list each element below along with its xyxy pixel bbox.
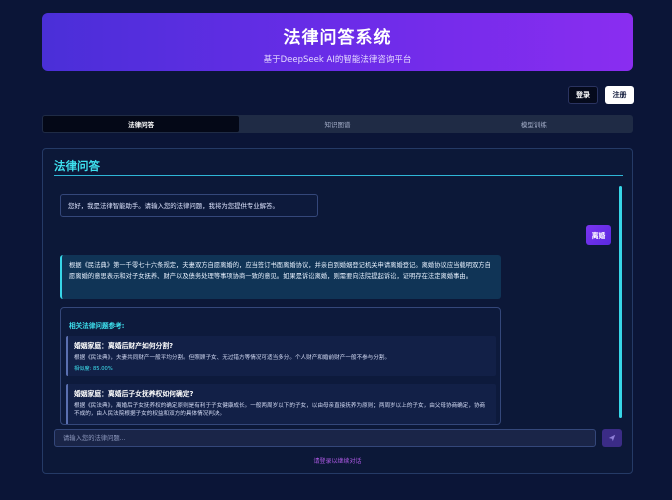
related-item: 婚姻家庭：离婚后子女抚养权如何确定? 根据《民法典》，离婚后子女抚养权的确定原则…	[66, 384, 496, 424]
related-question: 婚姻家庭：离婚后财产如何分割?	[74, 342, 174, 350]
related-question: 婚姻家庭：离婚后子女抚养权如何确定?	[74, 390, 194, 398]
chat-panel: 法律问答 您好，我是法律智能助手。请输入您的法律问题，我将为您提供专业解答。 离…	[42, 148, 633, 474]
related-answer: 根据《民法典》，离婚后子女抚养权的确定原则是有利于子女健康成长。一般两周岁以下的…	[74, 403, 486, 417]
main-tabs: 法律问答 知识图谱 模型训练	[42, 115, 633, 133]
welcome-text: 您好，我是法律智能助手。请输入您的法律问题，我将为您提供专业解答。	[68, 202, 279, 210]
tab-knowledge-graph[interactable]: 知识图谱	[239, 116, 435, 132]
send-icon	[608, 434, 616, 442]
related-questions-box: 相关法律问题参考: 婚姻家庭：离婚后财产如何分割? 根据《民法典》，夫妻共同财产…	[60, 307, 501, 425]
send-button[interactable]	[602, 429, 622, 447]
related-title: 相关法律问题参考:	[69, 322, 125, 330]
assistant-answer: 根据《民法典》第一千零七十六条规定，夫妻双方自愿离婚的，应当签订书面离婚协议，并…	[60, 255, 501, 299]
login-hint[interactable]: 请登录以继续对话	[43, 456, 632, 465]
related-item: 婚姻家庭：离婚后财产如何分割? 根据《民法典》，夫妻共同财产一般平均分割。但照顾…	[66, 336, 496, 376]
tab-legal-qa[interactable]: 法律问答	[43, 116, 240, 132]
section-divider	[54, 175, 623, 176]
login-button[interactable]: 登录	[568, 86, 598, 104]
app-title: 法律问答系统	[283, 28, 392, 48]
user-message: 离婚	[586, 225, 611, 245]
tab-model-training[interactable]: 模型训练	[436, 116, 632, 132]
header-banner: 法律问答系统 基于DeepSeek AI的智能法律咨询平台	[42, 13, 633, 71]
chat-scrollbar[interactable]	[619, 186, 622, 418]
related-answer: 根据《民法典》，夫妻共同财产一般平均分割。但照顾子女、无过错方等情况可适当多分。…	[74, 355, 391, 361]
related-similarity: 相似度: 85.00%	[74, 366, 113, 372]
assistant-welcome-message: 您好，我是法律智能助手。请输入您的法律问题，我将为您提供专业解答。	[60, 194, 318, 217]
register-button[interactable]: 注册	[605, 86, 634, 104]
app-subtitle: 基于DeepSeek AI的智能法律咨询平台	[263, 55, 412, 65]
question-input[interactable]	[54, 429, 596, 447]
section-title: 法律问答	[54, 159, 100, 173]
